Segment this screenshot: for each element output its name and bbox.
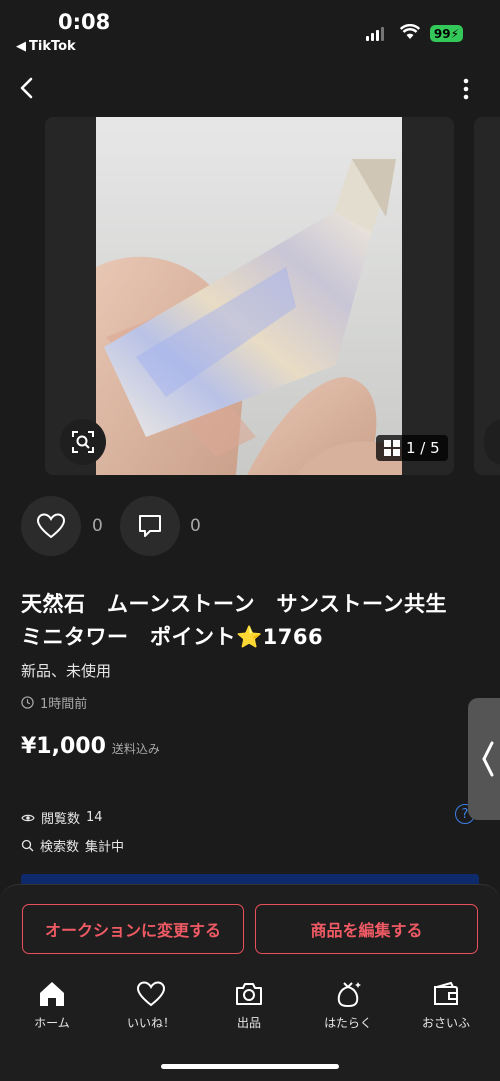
tab-home-label: ホーム xyxy=(34,1016,70,1030)
item-title: 天然石 ムーンストーン サンストーン共生 ミニタワー ポイント⭐1766 xyxy=(21,592,469,649)
status-time: 0:08 xyxy=(58,10,111,34)
camera-icon xyxy=(236,983,262,1005)
eye-icon xyxy=(21,814,35,821)
charging-bolt-icon: ⚡ xyxy=(450,26,460,41)
search-count-label: 検索数 xyxy=(40,840,80,855)
tab-work[interactable]: はたらく xyxy=(303,980,393,1031)
tab-wallet-label: おさいふ xyxy=(421,1016,470,1030)
back-triangle-icon: ◀ xyxy=(16,39,26,54)
price-row: ¥1,000 送料込み xyxy=(21,734,160,759)
search-icon xyxy=(21,839,34,852)
carousel-side-card[interactable] xyxy=(402,117,454,475)
search-count-value: 集計中 xyxy=(85,840,125,855)
views-label: 閲覧数 xyxy=(41,812,81,827)
image-counter: 1 / 5 xyxy=(376,435,448,461)
heart-icon xyxy=(136,981,166,1007)
image-search-button[interactable] xyxy=(60,419,106,465)
posted-time-text: 1時間前 xyxy=(40,697,88,712)
home-indicator[interactable] xyxy=(161,1064,339,1069)
tab-sell[interactable]: 出品 xyxy=(204,980,294,1031)
views-stat: 閲覧数 14 xyxy=(21,808,103,827)
more-options-icon[interactable] xyxy=(456,76,476,102)
change-to-auction-button[interactable]: オークションに変更する xyxy=(22,904,244,954)
chevron-left-icon xyxy=(482,741,494,777)
product-photo[interactable] xyxy=(96,117,402,475)
comment-count: 0 xyxy=(190,516,201,536)
back-to-app-link[interactable]: ◀ TikTok xyxy=(16,39,76,54)
back-arrow-icon[interactable] xyxy=(14,74,42,102)
edit-item-button[interactable]: 商品を編集する xyxy=(255,904,478,954)
wifi-icon xyxy=(400,24,420,39)
lens-search-icon xyxy=(72,431,94,453)
search-count-stat: 検索数 集計中 xyxy=(21,836,124,855)
comment-button[interactable] xyxy=(120,496,180,556)
side-panel-handle[interactable] xyxy=(468,698,500,820)
tab-likes-label: いいね！ xyxy=(126,1016,175,1030)
back-app-label: TikTok xyxy=(29,39,76,54)
wallet-icon xyxy=(434,981,458,1005)
tab-work-label: はたらく xyxy=(324,1016,372,1030)
tab-sell-label: 出品 xyxy=(236,1016,261,1030)
battery-level: 99 xyxy=(433,26,451,41)
tab-home[interactable]: ホーム xyxy=(7,980,97,1031)
image-counter-text: 1 / 5 xyxy=(406,439,440,457)
cellular-signal-icon xyxy=(366,25,386,41)
like-button[interactable] xyxy=(21,496,81,556)
heart-icon xyxy=(36,513,66,539)
shipping-included-label: 送料込み xyxy=(111,742,160,756)
item-condition: 新品、未使用 xyxy=(21,662,112,680)
home-icon xyxy=(40,982,64,1006)
grid-icon xyxy=(384,440,400,456)
bag-icon xyxy=(337,982,361,1007)
battery-icon: 99 ⚡ xyxy=(430,25,463,42)
like-count: 0 xyxy=(92,516,103,536)
comment-icon xyxy=(139,515,161,537)
views-value: 14 xyxy=(86,810,103,825)
clock-icon xyxy=(21,696,34,709)
tab-likes[interactable]: いいね！ xyxy=(106,980,196,1031)
item-price: ¥1,000 xyxy=(21,734,106,759)
moonstone-tower-image xyxy=(96,117,402,475)
posted-time: 1時間前 xyxy=(21,693,87,712)
tab-wallet[interactable]: おさいふ xyxy=(401,980,491,1031)
